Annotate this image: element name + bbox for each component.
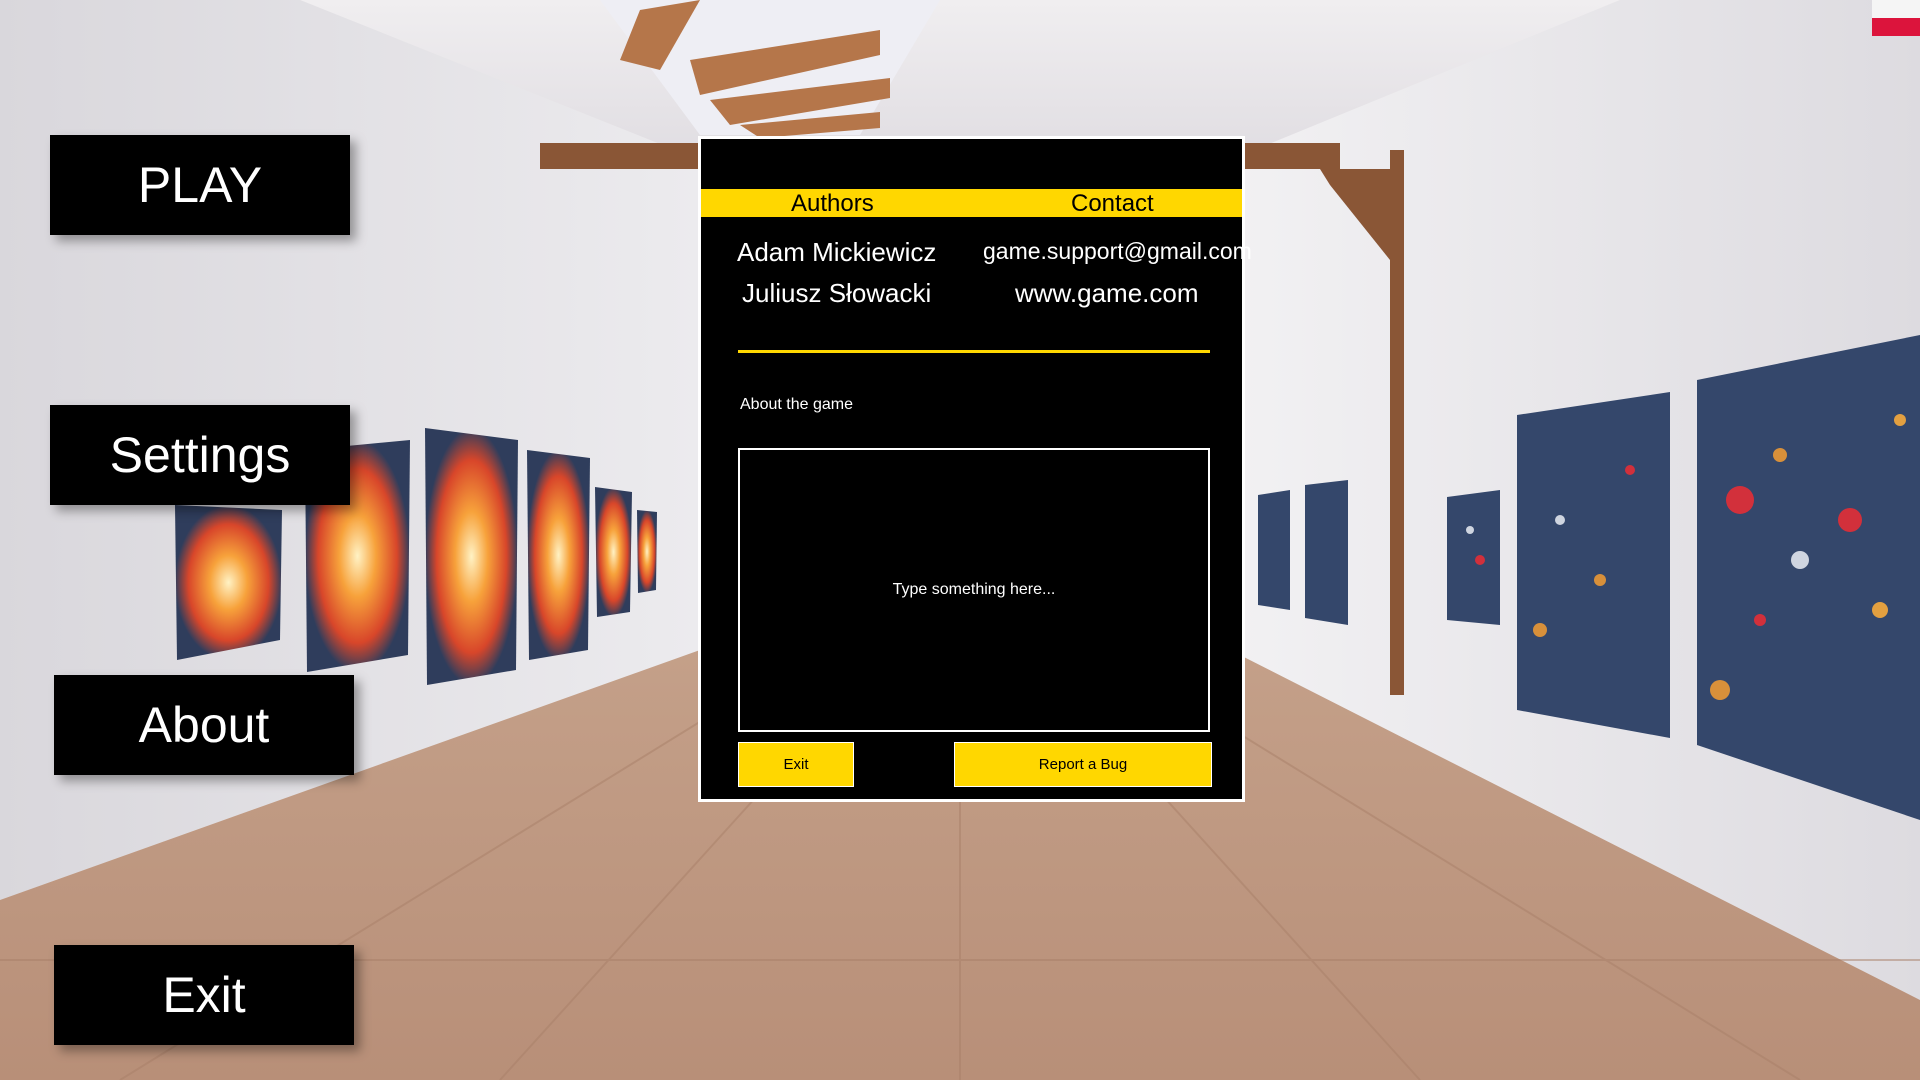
about-panel: Authors Contact Adam Mickiewicz Juliusz …: [698, 136, 1252, 802]
poland-flag-icon[interactable]: [1872, 0, 1920, 36]
contact-email: game.support@gmail.com: [983, 238, 1252, 264]
panel-exit-button[interactable]: Exit: [738, 742, 854, 787]
report-bug-button[interactable]: Report a Bug: [954, 742, 1212, 787]
flag-red-stripe: [1872, 18, 1920, 36]
contact-heading: Contact: [1071, 190, 1154, 217]
settings-button[interactable]: Settings: [50, 405, 350, 505]
author-name: Adam Mickiewicz: [737, 237, 937, 267]
authors-heading: Authors: [791, 190, 874, 217]
contact-website: www.game.com: [1015, 278, 1199, 308]
panel-header-bar: Authors Contact: [701, 189, 1242, 217]
section-divider: [738, 350, 1210, 353]
main-menu-screen: PLAY Settings About Exit Authors Contact…: [0, 0, 1920, 1080]
about-game-textarea[interactable]: [738, 448, 1210, 732]
about-game-label: About the game: [740, 396, 853, 413]
author-name: Juliusz Słowacki: [742, 278, 932, 308]
exit-button[interactable]: Exit: [54, 945, 354, 1045]
play-button[interactable]: PLAY: [50, 135, 350, 235]
about-button[interactable]: About: [54, 675, 354, 775]
flag-white-stripe: [1872, 0, 1920, 18]
